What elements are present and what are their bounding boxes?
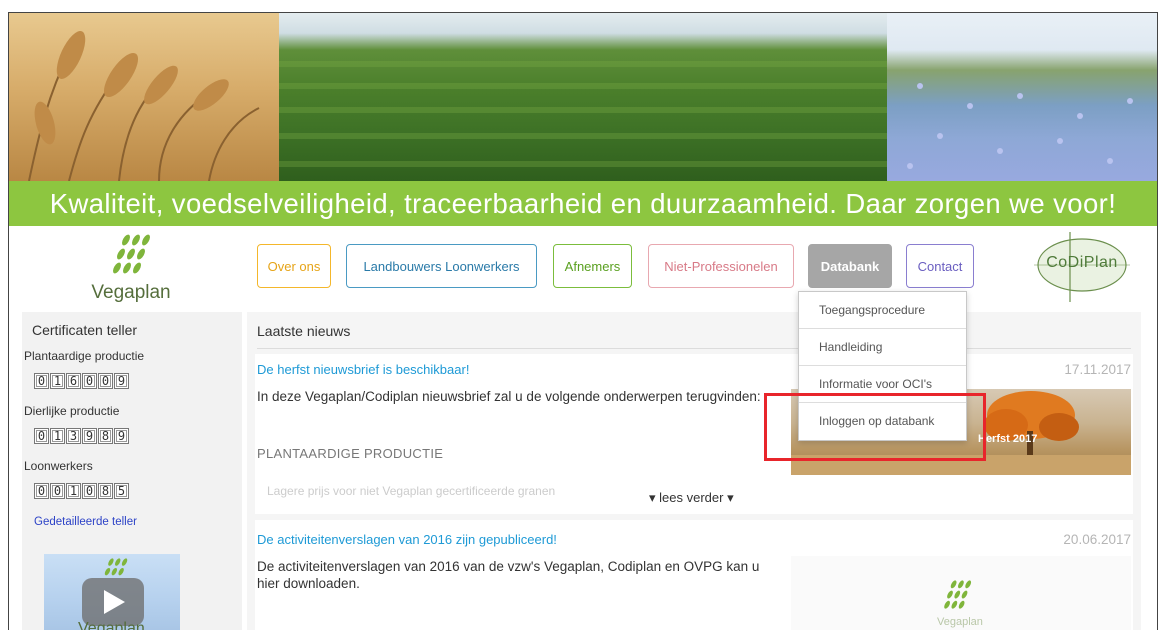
- play-button[interactable]: [82, 578, 144, 626]
- counter-plantaardig: 0 1 6 0 0 9: [34, 373, 129, 389]
- news-item: De activiteitenverslagen van 2016 zijn g…: [255, 520, 1133, 630]
- logo-text: Vegaplan: [91, 282, 171, 303]
- lees-verder-link[interactable]: ▾ lees verder ▾: [649, 490, 734, 506]
- divider: [257, 348, 1131, 349]
- nav-landbouwers-loonwerkers[interactable]: Landbouwers Loonwerkers: [346, 244, 537, 288]
- news-body: De activiteitenverslagen van 2016 van de…: [257, 559, 760, 591]
- codiplan-text: CoDiPlan: [1046, 254, 1118, 271]
- codiplan-logo[interactable]: CoDiPlan: [1034, 232, 1130, 302]
- nav-databank[interactable]: Databank: [808, 244, 892, 288]
- nav-contact[interactable]: Contact: [906, 244, 974, 288]
- nav-over-ons[interactable]: Over ons: [257, 244, 331, 288]
- counter-digit: 0: [34, 483, 49, 499]
- counter-digit: 0: [82, 483, 97, 499]
- counter-digit: 0: [34, 428, 49, 444]
- page: Kwaliteit, voedselveiligheid, traceerbaa…: [0, 0, 1166, 630]
- counter-label-plantaardig: Plantaardige productie: [24, 349, 145, 363]
- leaf-logo-icon: [113, 234, 150, 274]
- counter-digit: 0: [50, 483, 65, 499]
- news-section: Laatste nieuws De herfst nieuwsbrief is …: [247, 312, 1141, 630]
- counter-digit: 3: [66, 428, 81, 444]
- counter-digit: 9: [114, 373, 129, 389]
- vegaplan-logo[interactable]: Vegaplan: [66, 230, 196, 310]
- lees-verder-label: lees verder: [659, 490, 724, 505]
- nav-niet-professionelen[interactable]: Niet-Professionelen: [648, 244, 794, 288]
- counter-dierlijk: 0 1 3 9 8 9: [34, 428, 129, 444]
- detailed-counter-link[interactable]: Gedetailleerde teller: [34, 516, 137, 528]
- tagline-text: Kwaliteit, voedselveiligheid, traceerbaa…: [49, 188, 1117, 219]
- play-icon: [104, 590, 125, 614]
- news-heading: Laatste nieuws: [257, 323, 351, 339]
- sidebar-title: Certificaten teller: [32, 322, 138, 338]
- banner-field-image: [279, 13, 887, 181]
- counter-digit: 1: [50, 373, 65, 389]
- video-caption: Vegaplan: [78, 620, 145, 630]
- news-image-caption: Vegaplan: [937, 616, 983, 628]
- menu-item-toegangsprocedure[interactable]: Toegangsprocedure: [799, 292, 966, 329]
- banner-flax-image: [887, 13, 1157, 181]
- news-image: Vegaplan: [791, 556, 1131, 630]
- tagline-bar: Kwaliteit, voedselveiligheid, traceerbaa…: [9, 181, 1157, 226]
- counter-digit: 9: [114, 428, 129, 444]
- news-date: 20.06.2017: [1063, 532, 1131, 547]
- certificate-counter-sidebar: Certificaten teller Plantaardige product…: [22, 312, 242, 630]
- highlight-box: [764, 393, 986, 461]
- counter-digit: 1: [66, 483, 81, 499]
- news-item: De herfst nieuwsbrief is beschikbaar! 17…: [255, 354, 1133, 514]
- news-subheading: PLANTAARDIGE PRODUCTIE: [257, 446, 444, 461]
- counter-digit: 0: [34, 373, 49, 389]
- counter-digit: 8: [98, 428, 113, 444]
- news-date: 17.11.2017: [1064, 362, 1131, 377]
- news-image-caption: Herfst 2017: [978, 433, 1038, 445]
- leaf-logo-icon: [944, 580, 972, 609]
- news-title-link[interactable]: De activiteitenverslagen van 2016 zijn g…: [257, 532, 557, 547]
- nav-afnemers[interactable]: Afnemers: [553, 244, 632, 288]
- counter-digit: 0: [98, 373, 113, 389]
- header-banner: [9, 13, 1157, 181]
- news-faded-text: Lagere prijs voor niet Vegaplan gecertif…: [267, 484, 556, 498]
- counter-digit: 1: [50, 428, 65, 444]
- menu-item-handleiding[interactable]: Handleiding: [799, 329, 966, 366]
- counter-loonwerkers: 0 0 1 0 8 5: [34, 483, 129, 499]
- counter-digit: 8: [98, 483, 113, 499]
- counter-digit: 9: [82, 428, 97, 444]
- video-thumbnail[interactable]: Vegaplan: [44, 554, 180, 630]
- news-title-link[interactable]: De herfst nieuwsbrief is beschikbaar!: [257, 362, 469, 377]
- counter-label-dierlijk: Dierlijke productie: [24, 404, 120, 418]
- counter-digit: 0: [82, 373, 97, 389]
- banner-wheat-image: [9, 13, 279, 181]
- caret-down-icon: ▾: [727, 490, 734, 505]
- counter-label-loonwerkers: Loonwerkers: [24, 459, 93, 473]
- news-body: In deze Vegaplan/Codiplan nieuwsbrief za…: [257, 389, 761, 404]
- counter-digit: 5: [114, 483, 129, 499]
- image-fade: [791, 475, 1131, 505]
- counter-digit: 6: [66, 373, 81, 389]
- caret-down-icon: ▾: [649, 490, 656, 505]
